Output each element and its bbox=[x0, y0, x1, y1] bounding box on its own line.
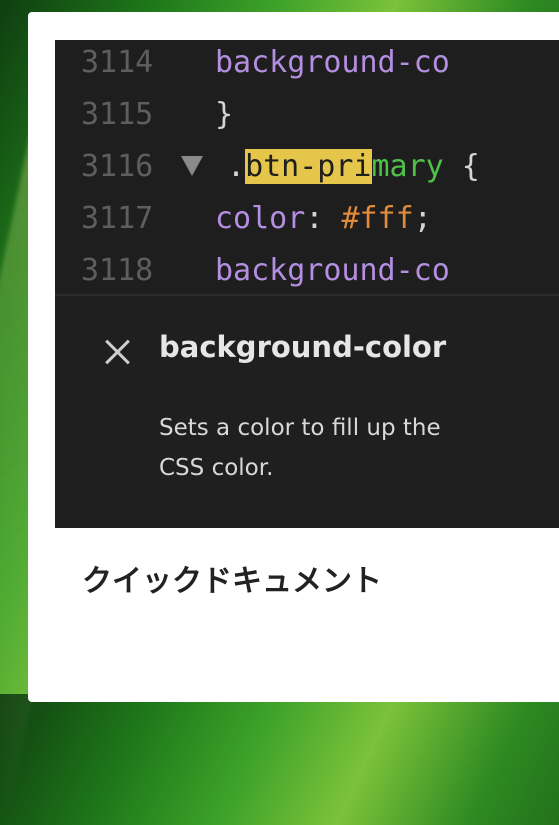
code-content: } bbox=[215, 92, 233, 138]
code-token: mary bbox=[371, 149, 444, 184]
doc-description: Sets a color to fill up the CSS color. bbox=[159, 408, 559, 488]
quick-documentation-popup: background-color Sets a color to fill up… bbox=[55, 296, 559, 528]
doc-description-line: Sets a color to fill up the bbox=[159, 415, 441, 441]
line-number: 3116 bbox=[81, 149, 154, 184]
code-content: background-co bbox=[215, 40, 450, 86]
code-token: . bbox=[227, 149, 246, 184]
code-editor: 3114 background-co 3115 } 3116 .btn-prim… bbox=[55, 40, 559, 528]
code-token: color bbox=[215, 201, 306, 236]
code-token: #fff bbox=[341, 201, 414, 236]
caption: クイックドキュメント bbox=[82, 564, 382, 599]
code-token: { bbox=[443, 149, 480, 184]
code-token: : bbox=[305, 201, 342, 236]
code-area: 3114 background-co 3115 } 3116 .btn-prim… bbox=[55, 40, 559, 294]
code-token: btn-pri bbox=[245, 149, 372, 184]
doc-description-line: CSS color. bbox=[159, 455, 274, 481]
close-icon[interactable] bbox=[103, 338, 131, 366]
code-content: background-co bbox=[215, 248, 450, 294]
fold-arrow-icon[interactable] bbox=[181, 156, 203, 176]
code-token: } bbox=[215, 97, 234, 132]
code-content: color: #fff; bbox=[215, 196, 432, 242]
line-number: 3118 bbox=[81, 253, 154, 288]
doc-title: background-color bbox=[159, 330, 447, 364]
line-number: 3115 bbox=[81, 97, 154, 132]
code-token: background-co bbox=[215, 253, 450, 288]
code-token: ; bbox=[413, 201, 432, 236]
line-number: 3114 bbox=[81, 45, 154, 80]
line-number: 3117 bbox=[81, 201, 154, 236]
code-token: background-co bbox=[215, 45, 450, 80]
code-content: .btn-primary { bbox=[227, 144, 480, 190]
